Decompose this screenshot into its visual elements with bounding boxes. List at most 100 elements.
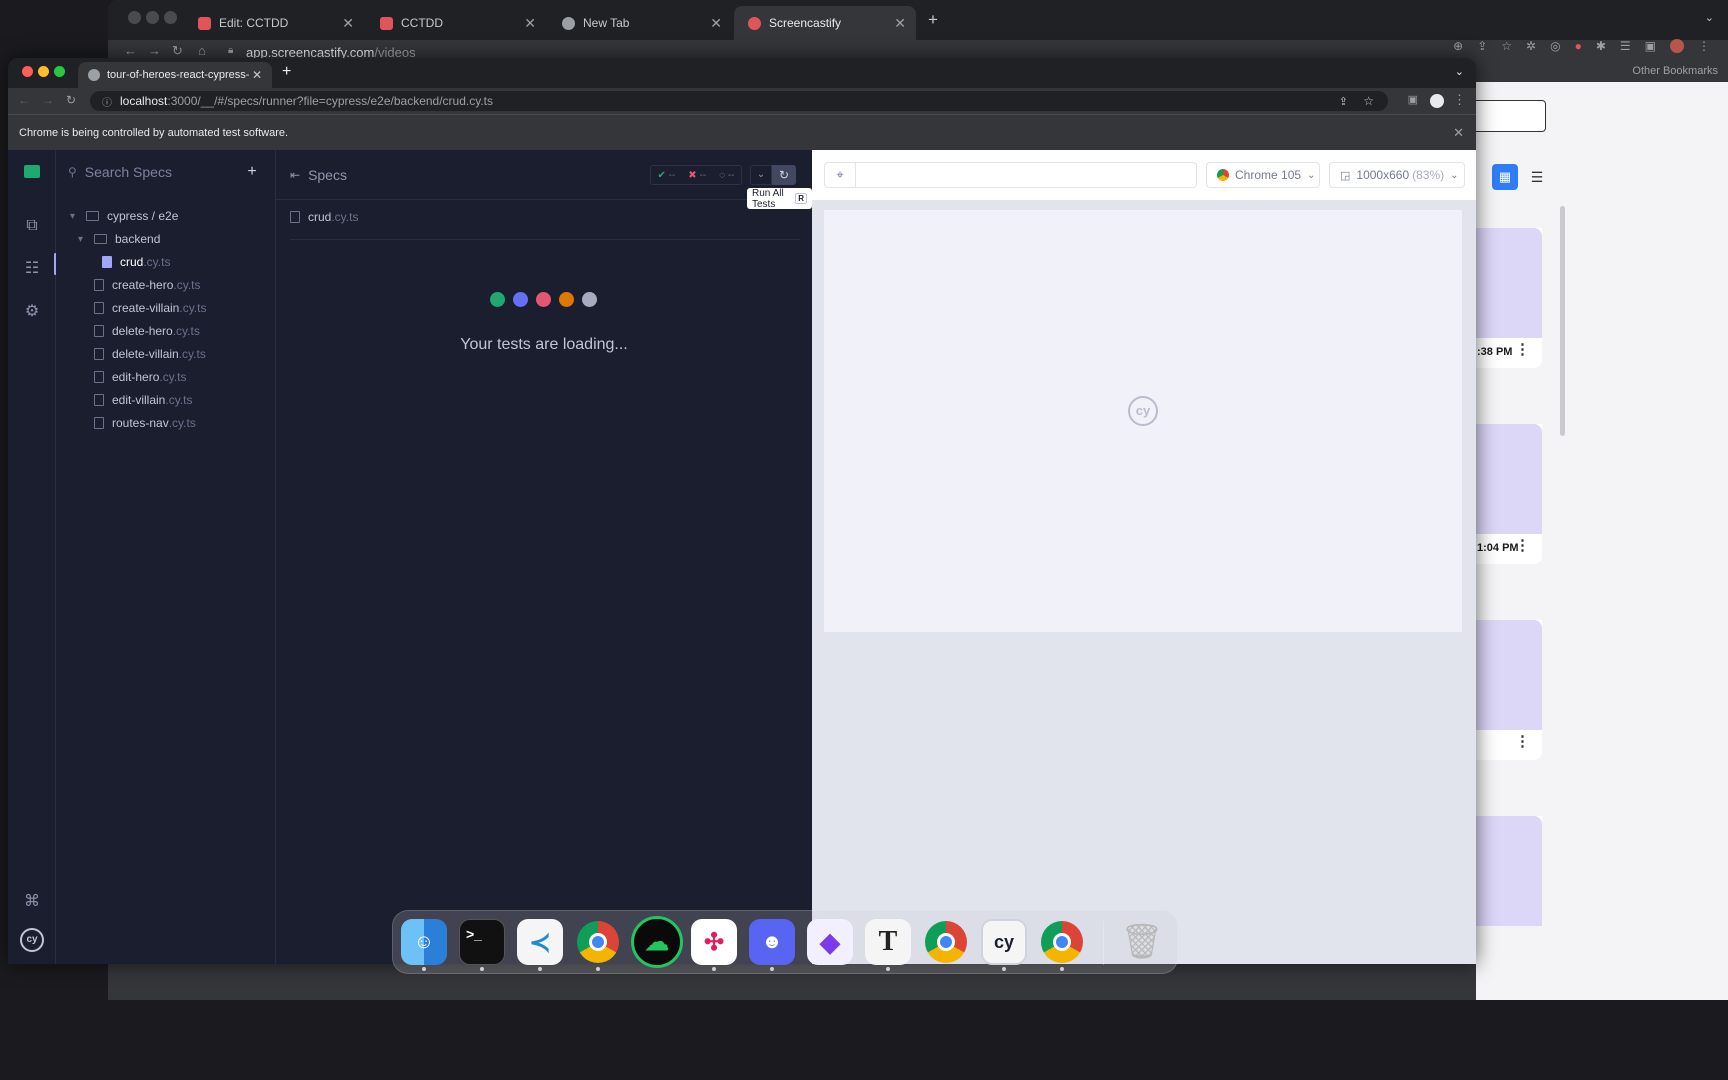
background-tab-cctdd[interactable]: CCTDD ✕ (366, 6, 546, 40)
back-icon[interactable]: ← (124, 43, 137, 58)
close-tab-icon[interactable]: ✕ (710, 15, 722, 32)
project-icon[interactable] (22, 164, 42, 184)
close-tab-icon[interactable]: ✕ (342, 15, 354, 32)
browser-select[interactable]: Chrome 105 ⌄ (1206, 162, 1320, 188)
close-infobar-icon[interactable]: ✕ (1453, 125, 1464, 141)
share-icon[interactable]: ⇪ (1477, 39, 1487, 53)
chrome-canary-icon[interactable] (923, 919, 969, 965)
address-bar[interactable]: ⓘ localhost:3000/__/#/specs/runner?file=… (90, 91, 1388, 111)
share-icon[interactable]: ⇪ (1339, 95, 1348, 108)
zoom-window-button[interactable] (164, 11, 177, 24)
video-card[interactable] (1476, 816, 1542, 926)
viewport-select[interactable]: ◲ 1000x660 (83%) ⌄ (1329, 162, 1465, 188)
puzzle-icon[interactable]: ✱ (1596, 39, 1606, 53)
keyboard-shortcuts-icon[interactable]: ⌘ (22, 892, 42, 912)
run-all-tests-button[interactable]: ↻ (772, 165, 796, 185)
minimize-window-button[interactable] (38, 66, 49, 77)
aut-url-field[interactable] (856, 162, 1197, 188)
cypress-app-icon[interactable]: cy (981, 919, 1027, 965)
extension-icon[interactable]: ✲ (1526, 39, 1536, 53)
close-tab-icon[interactable]: ✕ (894, 15, 906, 32)
terminal-icon[interactable]: >_ (459, 919, 505, 965)
zoom-window-button[interactable] (54, 66, 65, 77)
tab-search-chevron-icon[interactable]: ⌄ (1455, 65, 1464, 78)
minimize-window-button[interactable] (146, 11, 159, 24)
kebab-menu-icon[interactable]: ⋮ (1515, 536, 1530, 554)
aut-iframe[interactable]: cy (824, 210, 1462, 632)
settings-gear-icon[interactable]: ⚙ (22, 302, 42, 322)
new-tab-button[interactable]: + (282, 63, 291, 81)
spec-row[interactable]: edit-hero .cy.ts (94, 367, 187, 387)
close-tab-icon[interactable]: ✕ (524, 15, 536, 32)
forward-icon[interactable]: → (148, 43, 161, 58)
extension-icon[interactable]: ◎ (1550, 39, 1560, 53)
new-tab-button[interactable]: + (928, 10, 938, 30)
video-thumbnail[interactable] (1476, 816, 1542, 926)
expand-collapse-button[interactable]: ⌄ (750, 165, 772, 185)
folder-row-cypress-e2e[interactable]: ▾ cypress / e2e (70, 206, 178, 226)
kebab-menu-icon[interactable]: ⋮ (1515, 340, 1530, 358)
reload-icon[interactable]: ↻ (172, 43, 183, 59)
extension-icon[interactable]: ● (1575, 39, 1582, 53)
finder-icon[interactable]: ☺ (401, 919, 447, 965)
scrollbar[interactable] (1560, 206, 1565, 436)
cypress-logo-icon[interactable]: cy (20, 928, 44, 952)
chrome-beta-icon[interactable] (1039, 919, 1085, 965)
spec-row[interactable]: create-villain .cy.ts (94, 298, 206, 318)
folder-row-backend[interactable]: ▾ backend (78, 229, 160, 249)
info-icon[interactable]: ⓘ (102, 94, 112, 109)
video-card[interactable]: 1:04 PM ⋮ (1476, 424, 1542, 564)
background-tab-edit-cctdd[interactable]: Edit: CCTDD ✕ (184, 6, 364, 40)
spec-row[interactable]: edit-villain .cy.ts (94, 390, 192, 410)
menu-icon[interactable]: ⋮ (1453, 92, 1466, 108)
star-icon[interactable]: ☆ (1363, 94, 1374, 108)
video-thumbnail[interactable] (1476, 620, 1542, 730)
grid-view-icon[interactable]: ▦ (1492, 164, 1518, 190)
typora-icon[interactable]: T (865, 919, 911, 965)
video-card[interactable]: ⋮ (1476, 620, 1542, 760)
sidepanel-icon[interactable]: ▣ (1408, 93, 1418, 106)
background-tab-new-tab[interactable]: New Tab ✕ (548, 6, 732, 40)
vscode-icon[interactable]: ≺ (517, 919, 563, 965)
tab-search-chevron-icon[interactable]: ⌄ (1705, 11, 1714, 24)
search-specs-input[interactable]: ⚲ Search Specs (68, 164, 172, 180)
spec-row-crud[interactable]: crud .cy.ts (102, 252, 170, 272)
spec-row[interactable]: routes-nav .cy.ts (94, 413, 196, 433)
queue-icon[interactable]: ☰ (1620, 39, 1631, 53)
star-icon[interactable]: ☆ (1501, 39, 1512, 53)
close-window-button[interactable] (128, 11, 141, 24)
profile-avatar[interactable] (1430, 94, 1444, 108)
screencastify-cloud-icon[interactable]: ☁ (631, 916, 683, 968)
specs-nav-icon[interactable]: ⧉ (22, 216, 42, 236)
add-spec-button[interactable]: + (243, 163, 261, 181)
spec-row[interactable]: delete-villain .cy.ts (94, 344, 206, 364)
close-window-button[interactable] (22, 66, 33, 77)
spec-row[interactable]: delete-hero .cy.ts (94, 321, 200, 341)
video-thumbnail[interactable] (1476, 424, 1542, 534)
menu-icon[interactable]: ⋮ (1698, 39, 1710, 53)
video-card[interactable]: :38 PM ⋮ (1476, 228, 1542, 368)
home-icon[interactable]: ⌂ (198, 43, 206, 58)
tab-tour-of-heroes[interactable]: tour-of-heroes-react-cypress- ✕ (78, 62, 272, 88)
zoom-icon[interactable]: ⊕ (1453, 39, 1463, 53)
spec-row[interactable]: create-hero .cy.ts (94, 275, 201, 295)
reload-icon[interactable]: ↻ (66, 93, 76, 107)
slack-icon[interactable]: ✣ (691, 919, 737, 965)
kebab-menu-icon[interactable]: ⋮ (1515, 732, 1530, 750)
specs-toggle[interactable]: ⇤ Specs (290, 167, 347, 183)
selector-playground-crosshair-icon[interactable]: ⌖ (824, 162, 856, 188)
search-field[interactable] (1476, 100, 1546, 132)
runs-nav-icon[interactable]: ☷ (22, 259, 42, 279)
background-tab-screencastify[interactable]: Screencastify ✕ (734, 6, 916, 40)
forward-icon[interactable]: → (42, 93, 54, 107)
obsidian-icon[interactable]: ◆ (807, 919, 853, 965)
list-view-icon[interactable]: ☰ (1524, 164, 1550, 190)
chrome-icon[interactable] (575, 919, 621, 965)
other-bookmarks[interactable]: Other Bookmarks (1632, 65, 1718, 77)
video-thumbnail[interactable] (1476, 228, 1542, 338)
discord-icon[interactable]: ☻ (749, 919, 795, 965)
back-icon[interactable]: ← (18, 93, 30, 107)
avatar[interactable] (1670, 39, 1684, 53)
close-tab-icon[interactable]: ✕ (252, 68, 262, 82)
sidepanel-icon[interactable]: ▣ (1645, 39, 1656, 53)
